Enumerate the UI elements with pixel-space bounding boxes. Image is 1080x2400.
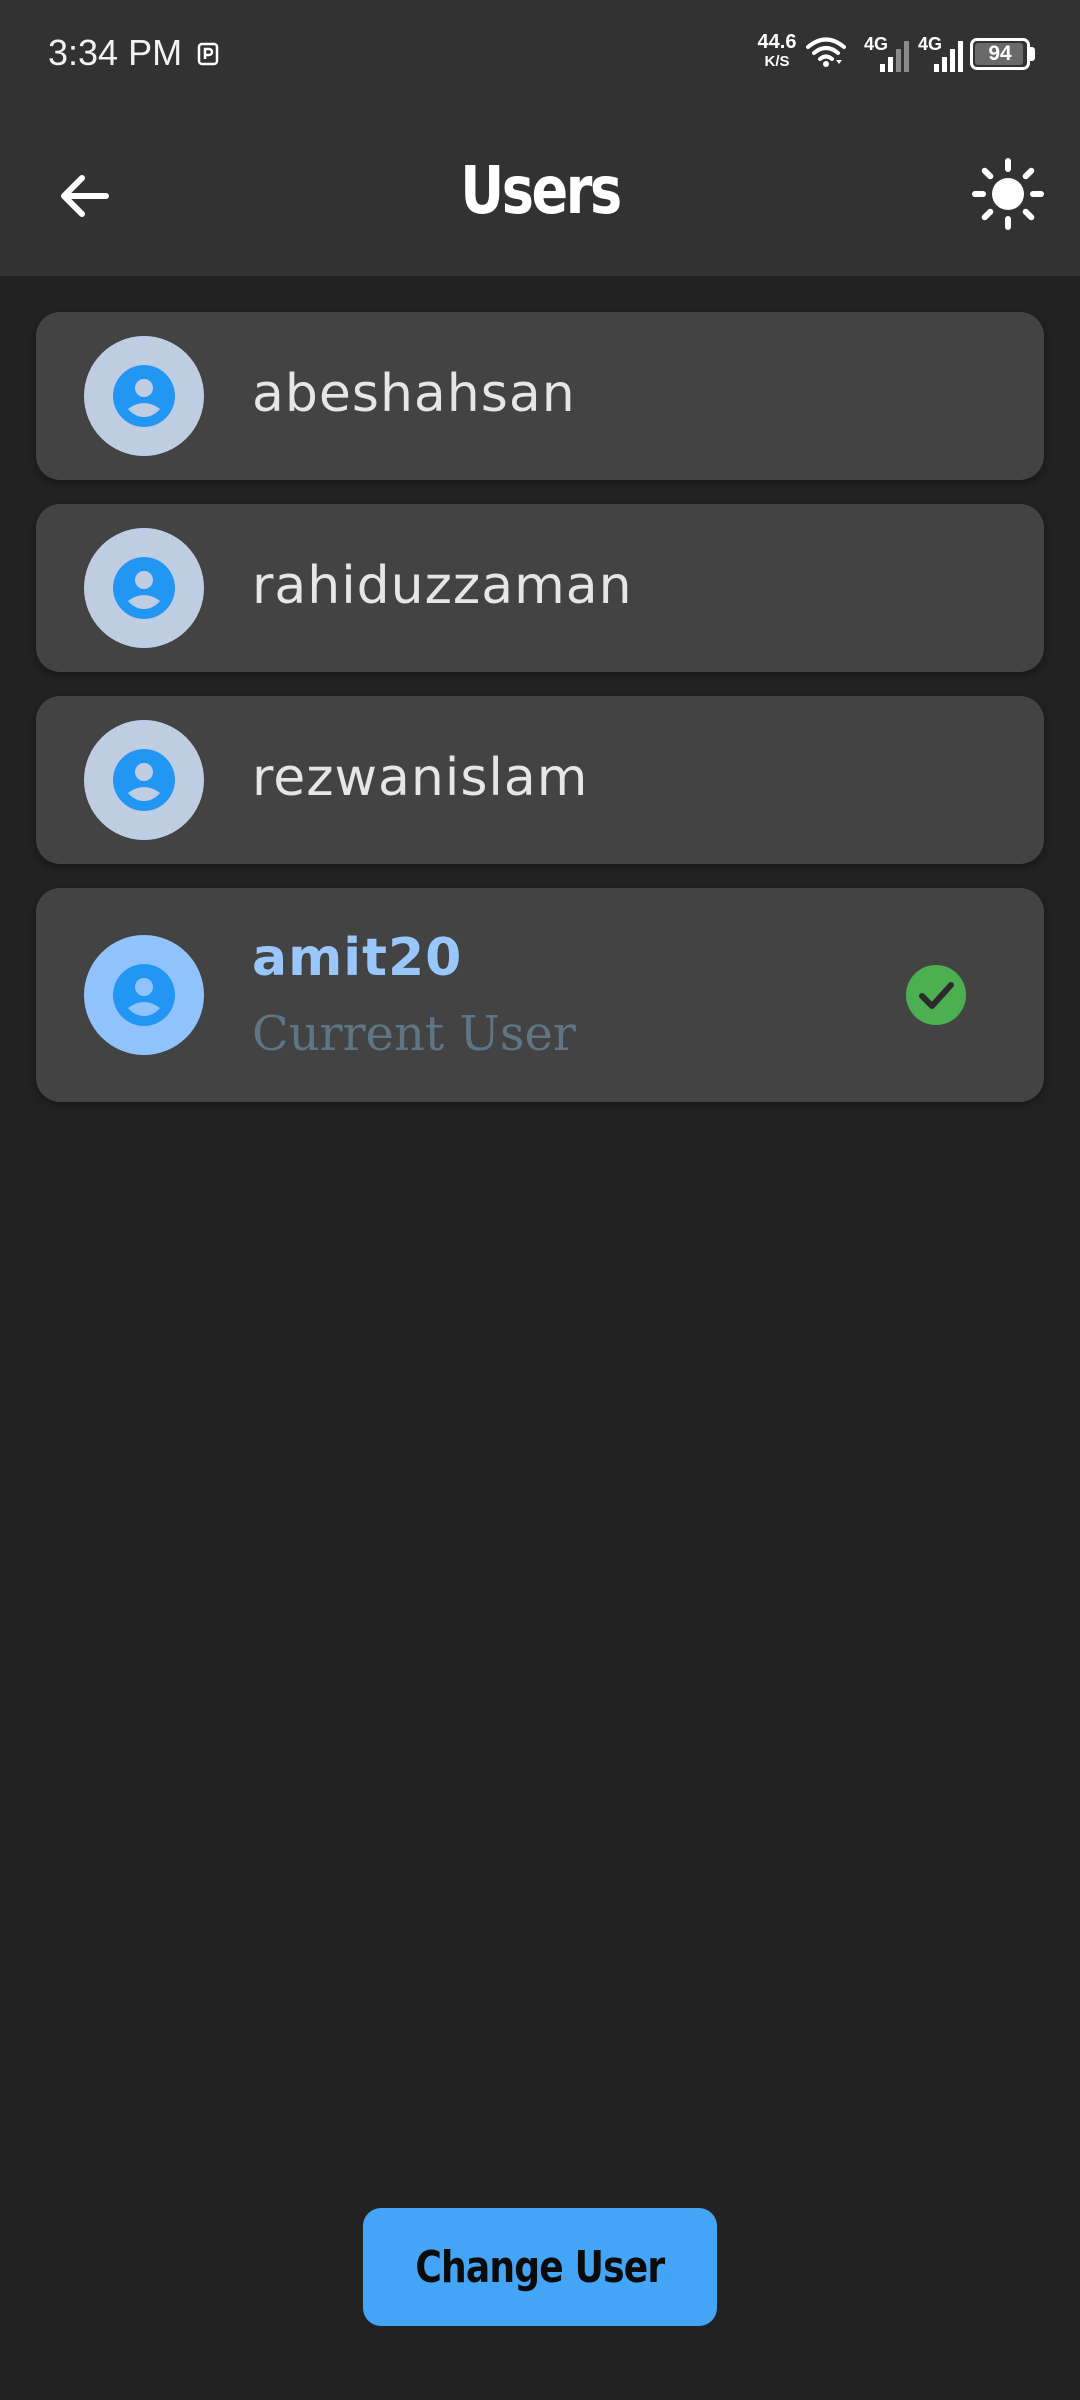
avatar xyxy=(84,528,204,648)
network-speed: 44.6 K/S xyxy=(752,32,802,69)
sun-icon xyxy=(972,158,1044,230)
user-name: rahiduzzaman xyxy=(252,556,633,616)
battery-tip xyxy=(1030,47,1035,61)
user-name: amit20 xyxy=(252,928,463,988)
page-title: Users xyxy=(460,152,622,229)
network-speed-value: 44.6 xyxy=(757,31,797,53)
signal-sim2: 4G xyxy=(918,34,964,72)
user-name: abeshahsan xyxy=(252,364,576,424)
signal-bars-icon xyxy=(880,41,909,72)
user-name: rezwanislam xyxy=(252,748,589,808)
user-item-rahiduzzaman[interactable]: rahiduzzaman xyxy=(36,504,1044,672)
account-circle-icon xyxy=(113,557,175,619)
wifi-icon xyxy=(806,37,846,67)
avatar xyxy=(84,935,204,1055)
user-item-amit20-current[interactable]: amit20 Current User xyxy=(36,888,1044,1102)
theme-toggle-button[interactable] xyxy=(968,154,1048,234)
status-bar: 3:34 PM 44.6 K/S 4G 4G 94 xyxy=(0,0,1080,108)
account-circle-icon xyxy=(113,964,175,1026)
change-user-label: Change User xyxy=(415,2241,665,2293)
battery-level: 94 xyxy=(988,42,1012,65)
account-circle-icon xyxy=(113,749,175,811)
avatar xyxy=(84,336,204,456)
app-bar: Users xyxy=(0,108,1080,276)
screen: 3:34 PM 44.6 K/S 4G 4G 94 Users abeshahs… xyxy=(0,0,1080,2400)
current-user-label: Current User xyxy=(252,1006,576,1062)
status-time: 3:34 PM xyxy=(48,32,183,73)
change-user-button[interactable]: Change User xyxy=(363,2208,717,2326)
parking-app-icon xyxy=(197,42,219,66)
user-item-rezwanislam[interactable]: rezwanislam xyxy=(36,696,1044,864)
signal-sim1: 4G xyxy=(864,34,910,72)
user-item-abeshahsan[interactable]: abeshahsan xyxy=(36,312,1044,480)
account-circle-icon xyxy=(113,365,175,427)
battery-icon: 94 xyxy=(970,38,1030,70)
check-circle-icon xyxy=(906,965,966,1025)
network-speed-unit: K/S xyxy=(764,53,790,70)
signal-bars-icon xyxy=(934,41,963,72)
avatar xyxy=(84,720,204,840)
